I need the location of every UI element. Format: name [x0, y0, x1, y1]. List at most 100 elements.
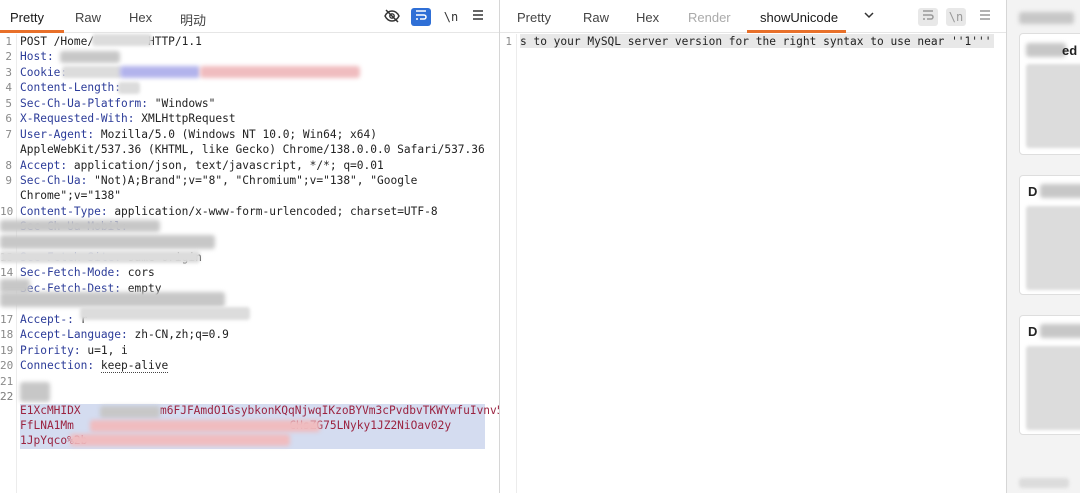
request-body-line-tail: m6FJFAmdO1GsybkonKQqNjwqIKzoBYVm3cPvdbvT… — [160, 404, 551, 417]
request-tab-bar: Pretty Raw Hex 明动 \n — [0, 0, 499, 33]
response-editor[interactable]: 1 s to your MySQL server version for the… — [500, 34, 1006, 493]
line-number: 1 — [5, 35, 12, 48]
request-line: Sec-Fetch-Mode: cors — [20, 266, 155, 279]
header-name: Connection — [20, 359, 88, 372]
header-separator: : — [67, 313, 81, 326]
eye-slash-icon[interactable] — [382, 8, 402, 26]
request-line: Sec-Ch-Ua-Platform: "Windows" — [20, 97, 215, 110]
header-name: Host — [20, 50, 47, 63]
header-separator: : — [60, 159, 74, 172]
tab-render[interactable]: Render — [688, 10, 731, 25]
line-number: 10 — [0, 205, 14, 218]
line-number: 7 — [5, 128, 12, 141]
card-title: D — [1028, 324, 1038, 339]
inspector-card[interactable]: D — [1019, 315, 1080, 435]
line-number: 22 — [0, 390, 14, 403]
header-separator: : — [121, 328, 135, 341]
header-name: Content-Length — [20, 81, 115, 94]
wrap-lines-icon[interactable] — [411, 8, 431, 26]
line-number: 8 — [5, 159, 12, 172]
tab-raw[interactable]: Raw — [583, 10, 609, 25]
header-name: Accept- — [20, 313, 68, 326]
header-value: XMLHttpRequest — [141, 112, 236, 125]
response-tab-bar: Pretty Raw Hex Render showUnicode \n — [500, 0, 1006, 33]
line-number: 3 — [5, 66, 12, 79]
active-tab-indicator — [747, 30, 846, 33]
header-name: User-Agent — [20, 128, 88, 141]
request-line: Chrome";v="138" — [20, 189, 122, 202]
request-pane: Pretty Raw Hex 明动 \n 1 POST /Home/ HTTP/1… — [0, 0, 551, 493]
header-name: Accept — [20, 159, 61, 172]
line-number: 4 — [5, 81, 12, 94]
request-editor[interactable]: 1POST /Home/ HTTP/1.12Host: 3Cookie: 4Co… — [0, 34, 551, 493]
header-name: Sec-Ch-Ua-Platform — [20, 97, 142, 110]
tab-hex[interactable]: Hex — [129, 10, 152, 25]
request-line: AppleWebKit/537.36 (KHTML, like Gecko) C… — [20, 143, 485, 156]
line-number: 9 — [5, 174, 12, 187]
response-line: s to your MySQL server version for the r… — [520, 35, 992, 48]
header-separator: : — [114, 266, 128, 279]
active-tab-indicator — [0, 30, 64, 33]
inspector-card[interactable]: ed — [1019, 33, 1080, 155]
card-title: ed — [1062, 43, 1078, 58]
line-number: 18 — [0, 328, 14, 341]
header-value: "Not)A;Brand";v="8", "Chromium";v="138",… — [94, 174, 418, 187]
header-name: Content-Type — [20, 205, 101, 218]
request-line: Accept: application/json, text/javascrip… — [20, 159, 384, 172]
newline-toggle-button[interactable]: \n — [946, 8, 966, 26]
header-name: Sec-Ch-Ua — [20, 174, 81, 187]
chevron-down-icon[interactable] — [859, 8, 879, 26]
header-value: application/json, text/javascript, */*; … — [73, 159, 384, 172]
header-name: Priority — [20, 344, 74, 357]
request-line: Connection: keep-alive — [20, 359, 169, 373]
line-number: 21 — [0, 375, 14, 388]
request-line: X-Requested-With: XMLHttpRequest — [20, 112, 236, 125]
line-number: 20 — [0, 359, 14, 372]
tab-pretty[interactable]: Pretty — [517, 10, 551, 25]
request-line: Host: — [20, 50, 60, 63]
line-number: 19 — [0, 344, 14, 357]
response-pane: Pretty Raw Hex Render showUnicode \n 1 s… — [500, 0, 1006, 493]
header-value: cors — [127, 266, 155, 279]
line-number: 1 — [505, 35, 512, 48]
header-separator: : — [141, 97, 155, 110]
request-line: Content-Type: application/x-www-form-url… — [20, 205, 438, 218]
header-name: X-Requested-With — [20, 112, 128, 125]
request-line: Priority: u=1, i — [20, 344, 128, 357]
tab-raw[interactable]: Raw — [75, 10, 101, 25]
tab-showunicode[interactable]: showUnicode — [760, 10, 838, 25]
menu-icon[interactable] — [468, 8, 488, 26]
tab-pretty[interactable]: Pretty — [10, 10, 44, 25]
header-name: Accept-Language — [20, 328, 122, 341]
header-separator: : — [87, 359, 101, 372]
request-line: Accept-Language: zh-CN,zh;q=0.9 — [20, 328, 229, 341]
menu-icon[interactable] — [975, 8, 995, 26]
line-number: 17 — [0, 313, 14, 326]
inspector-card[interactable]: D — [1019, 175, 1080, 295]
header-separator: : — [80, 174, 95, 187]
header-separator: : — [87, 128, 101, 141]
header-value: zh-CN,zh;q=0.9 — [134, 328, 229, 341]
wrap-lines-icon[interactable] — [918, 8, 938, 26]
header-value: Mozilla/5.0 (Windows NT 10.0; Win64; x64… — [100, 128, 377, 141]
header-value: application/x-www-form-urlencoded; chars… — [114, 205, 438, 218]
header-separator: : — [73, 344, 88, 357]
request-line: User-Agent: Mozilla/5.0 (Windows NT 10.0… — [20, 128, 377, 141]
header-name: Sec-Fetch-Mode — [20, 266, 115, 279]
line-number: 2 — [5, 50, 12, 63]
header-name: Cookie — [20, 66, 61, 79]
header-separator: : — [46, 50, 61, 63]
header-separator: : — [100, 205, 115, 218]
inspector-panel: ed D D — [1007, 0, 1080, 493]
header-value: u=1, i — [87, 344, 128, 357]
line-number: 5 — [5, 97, 12, 110]
line-number: 6 — [5, 112, 12, 125]
newline-toggle-button[interactable]: \n — [441, 8, 461, 26]
request-line: Sec-Ch-Ua: "Not)A;Brand";v="8", "Chromiu… — [20, 174, 417, 187]
header-value: "Windows" — [154, 97, 216, 110]
line-number-gutter — [500, 34, 517, 493]
header-value: keep-alive — [100, 359, 169, 373]
tab-actions[interactable]: 明动 — [180, 10, 206, 29]
header-separator: : — [127, 112, 142, 125]
tab-hex[interactable]: Hex — [636, 10, 659, 25]
